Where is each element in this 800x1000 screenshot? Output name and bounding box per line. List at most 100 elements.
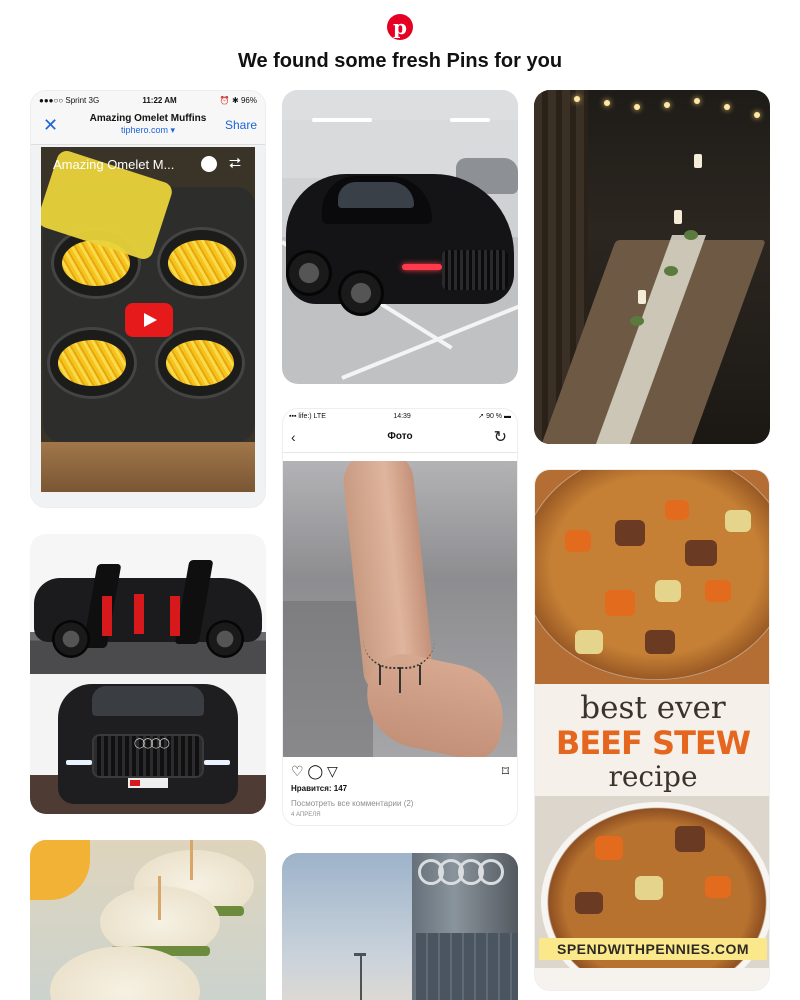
carrier-text: ●●●○○ Sprint 3G [39, 95, 100, 105]
pin-egg-sliders[interactable] [30, 840, 266, 1000]
pin-ankle-tattoo[interactable]: ▪▪▪ life:) LTE 14:39 ➚ 90 % ▬ ‹ Фото ↻ ♡… [282, 408, 518, 826]
ceiling-light [312, 118, 372, 122]
candle [674, 210, 682, 224]
orange-background [30, 840, 90, 900]
comments-link: Посмотреть все комментарии (2) [291, 799, 414, 808]
tattoo-drop [419, 665, 421, 685]
carrot [665, 500, 689, 520]
tattoo-drop [379, 665, 381, 685]
stew-photo-top [535, 470, 769, 684]
string-light [694, 98, 700, 104]
pinterest-logo-icon[interactable]: p [387, 14, 413, 40]
share-icon: ⮂ [228, 155, 241, 172]
ceiling-light [450, 118, 490, 122]
carrot [605, 590, 635, 616]
muffin-cup [157, 227, 247, 299]
wood-table [41, 442, 255, 492]
pin-black-sports-car[interactable] [282, 90, 518, 384]
street-lamp-head [354, 953, 366, 956]
beef [575, 892, 603, 914]
string-light [574, 96, 580, 102]
banner-line2: BEEF STEW [555, 724, 751, 762]
potato [725, 510, 751, 532]
heart-icon: ♡ [291, 763, 304, 779]
carrot [565, 530, 591, 552]
suv-headlight [66, 760, 92, 765]
pin-rustic-table[interactable] [534, 90, 770, 444]
car-headlight [402, 264, 442, 270]
carrot [595, 836, 623, 860]
video-thumbnail: Amazing Omelet M... ⮂ [41, 147, 255, 492]
string-light [634, 104, 640, 110]
clock-text: 14:39 [393, 412, 411, 420]
clock-text: 11:22 AM [142, 95, 177, 105]
source-site: SPENDWITHPENNIES.COM [539, 938, 767, 960]
beef [615, 520, 645, 546]
battery-text: ⏰ ✱ 96% [219, 95, 257, 105]
likes-count: Нравится: 147 [291, 784, 348, 793]
car-grille [442, 250, 508, 290]
toothpick [158, 876, 161, 920]
potato [655, 580, 681, 602]
banner-line3: recipe [608, 760, 698, 793]
license-plate [128, 778, 168, 788]
red-interior [134, 594, 144, 634]
string-light [724, 104, 730, 110]
string-light [604, 100, 610, 106]
street-lamp [360, 953, 362, 1000]
battery-text: ➚ 90 % ▬ [478, 413, 511, 420]
building-glass [416, 933, 518, 1000]
status-bar: ●●●○○ Sprint 3G 11:22 AM ⏰ ✱ 96% [31, 91, 265, 109]
pin-audi-suv[interactable]: ◯◯◯◯ [30, 534, 266, 814]
clock-icon [201, 156, 217, 172]
refresh-icon: ↻ [493, 429, 507, 446]
beef [675, 826, 705, 852]
potato [575, 630, 603, 654]
greenery [684, 230, 698, 240]
audi-logo-icon: ◯◯◯◯ [134, 738, 170, 749]
muffin-cup [47, 327, 137, 399]
browser-nav-bar: ✕ Amazing Omelet Muffins tiphero.com ▾ S… [31, 109, 265, 145]
carrot [705, 876, 731, 898]
status-bar: ▪▪▪ life:) LTE 14:39 ➚ 90 % ▬ [283, 409, 517, 423]
stew-photo-bottom: SPENDWITHPENNIES.COM [535, 796, 769, 968]
car-wheel [338, 270, 384, 316]
carrier-text: ▪▪▪ life:) LTE [289, 412, 326, 420]
instagram-nav-bar: ‹ Фото ↻ [283, 423, 517, 453]
video-title: Amazing Omelet M... [53, 157, 175, 172]
instagram-actions: ♡ ◯ ▽ ⌑ [291, 763, 509, 781]
toothpick [190, 840, 193, 880]
nav-title: Фото [387, 431, 413, 442]
recipe-banner: best ever BEEF STEW recipe [535, 684, 769, 796]
string-light [664, 102, 670, 108]
red-interior [102, 596, 112, 636]
pin-beef-stew[interactable]: best ever BEEF STEW recipe SPENDWITHPENN… [534, 469, 770, 991]
pin-audi-building[interactable] [282, 853, 518, 1000]
car-windshield [338, 182, 414, 208]
bookmark-icon: ⌑ [501, 763, 509, 779]
string-light [754, 112, 760, 118]
tattoo-photo [283, 461, 517, 757]
greenery [664, 266, 678, 276]
audi-logo-icon [418, 859, 508, 885]
candle [694, 154, 702, 168]
car-wheel [206, 620, 244, 658]
pin-omelet-muffins[interactable]: ●●●○○ Sprint 3G 11:22 AM ⏰ ✱ 96% ✕ Amazi… [30, 90, 266, 508]
candle [638, 290, 646, 304]
youtube-play-icon [125, 303, 173, 337]
banner-line1: best ever [580, 690, 726, 726]
suv-windshield [92, 686, 204, 716]
greenery [630, 316, 644, 326]
car-wheel [52, 620, 90, 658]
share-label: Share [224, 118, 257, 132]
post-date: 4 АПРЕЛЯ [291, 812, 321, 818]
red-interior [170, 596, 180, 636]
car-wheel [286, 250, 332, 296]
beef [645, 630, 675, 654]
tattoo-drop [399, 667, 401, 693]
carrot [705, 580, 731, 602]
page-title: We found some fresh Pins for you [237, 50, 563, 72]
beef [685, 540, 717, 566]
muffin-cup [155, 327, 245, 399]
comment-icon: ◯ [307, 763, 324, 779]
